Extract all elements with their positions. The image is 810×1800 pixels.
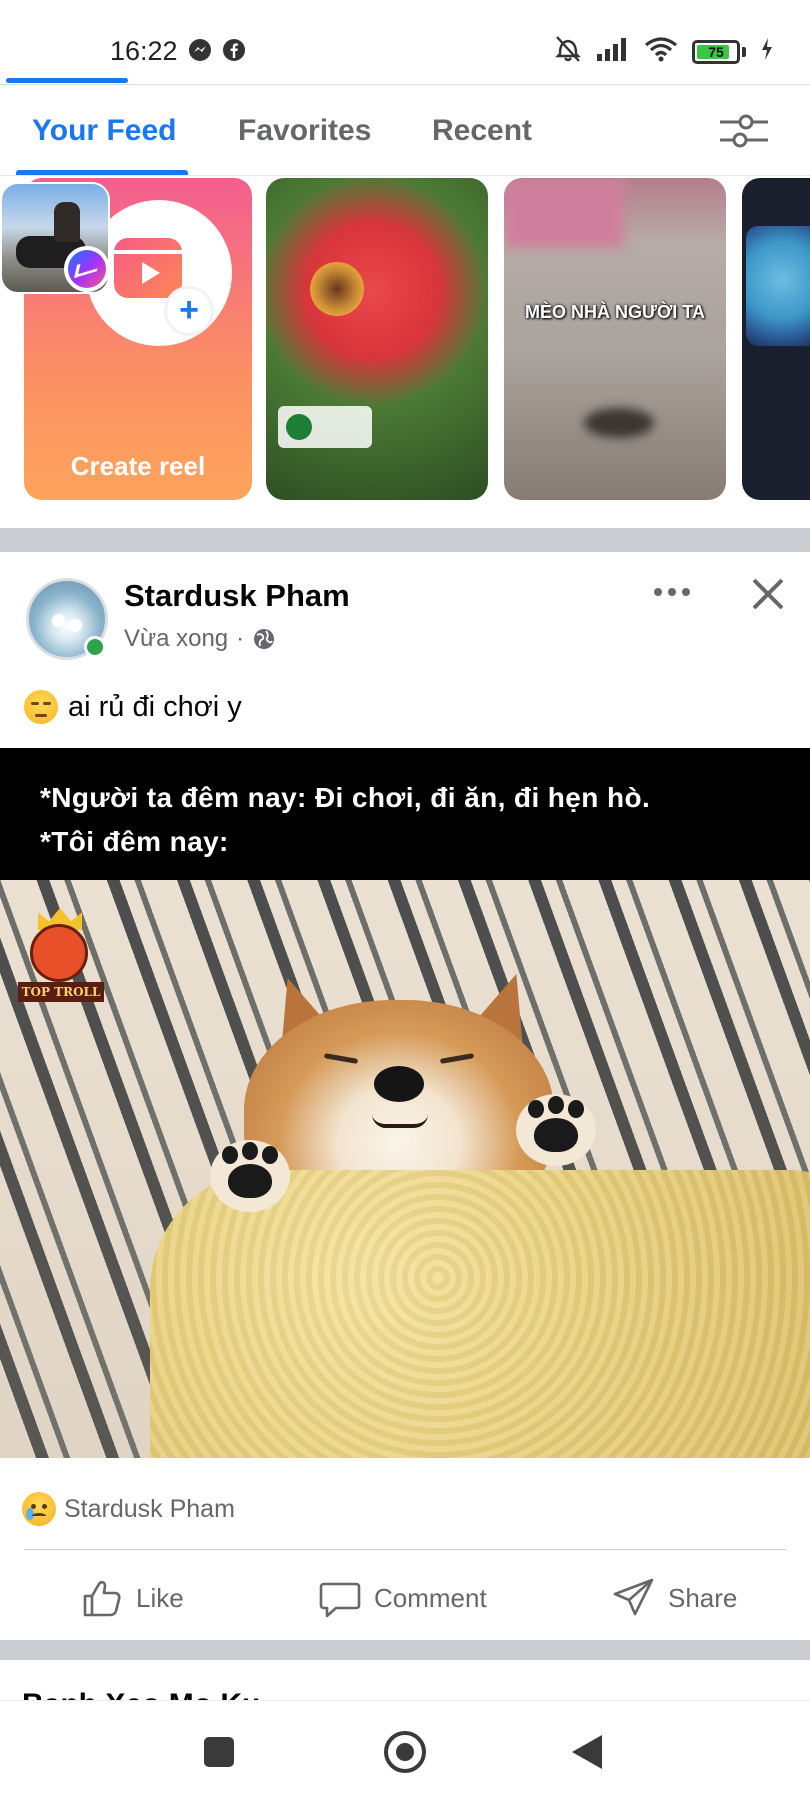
like-button[interactable]: Like (80, 1570, 184, 1626)
feed-post: Stardusk Pham Vừa xong · ai rủ đi chơi y… (0, 552, 810, 1640)
tab-your-feed[interactable]: Your Feed (32, 114, 176, 148)
system-icons: 75 (554, 34, 774, 69)
like-icon (83, 1580, 121, 1617)
post-meta: Vừa xong · (124, 625, 276, 653)
post-time[interactable]: Vừa xong (124, 625, 228, 653)
battery-icon: 75 (692, 39, 740, 64)
create-reel-label: Create reel (70, 451, 206, 481)
filter-sliders-icon[interactable] (718, 112, 770, 152)
comment-icon (319, 1582, 361, 1618)
status-bar: 16:22 75 (0, 0, 810, 83)
tab-recent[interactable]: Recent (432, 114, 532, 148)
comment-label: Comment (374, 1582, 487, 1613)
dog-nose (374, 1066, 424, 1102)
battery-level: 75 (708, 43, 724, 60)
reel-channel-badge (278, 406, 372, 448)
post-photo[interactable]: TOP TROLL (0, 880, 810, 1458)
home-button[interactable] (384, 1731, 426, 1773)
meme-line: *Người ta đêm nay: Đi chơi, đi ăn, đi hẹ… (40, 782, 651, 813)
comment-button[interactable]: Comment (318, 1570, 487, 1626)
divider (0, 84, 810, 85)
loading-indicator (6, 78, 128, 83)
messenger-icon (188, 38, 212, 67)
next-post-author[interactable]: Banh Xeo Mo Ku (22, 1688, 260, 1700)
like-label: Like (136, 1582, 184, 1613)
charging-icon (760, 37, 774, 66)
post-author[interactable]: Stardusk Pham (124, 578, 350, 614)
troll-face-icon (30, 924, 88, 982)
more-options-icon[interactable] (650, 578, 694, 618)
post-text: ai rủ đi chơi y (24, 690, 242, 724)
dog-paw (516, 1094, 596, 1166)
watermark-logo: TOP TROLL (18, 902, 104, 1014)
dog-paw (210, 1140, 290, 1212)
active-tab-indicator (16, 170, 188, 175)
watermark-text: TOP TROLL (18, 982, 104, 1002)
tab-favorites[interactable]: Favorites (238, 114, 371, 148)
reactions-summary[interactable]: Stardusk Pham (22, 1492, 235, 1526)
next-post-header[interactable]: Banh Xeo Mo Ku ··· (0, 1660, 810, 1700)
pomegranate-image (310, 262, 364, 316)
messenger-badge-icon (64, 246, 110, 292)
facebook-icon (222, 38, 246, 67)
share-button[interactable]: Share (612, 1570, 737, 1626)
mute-icon (554, 34, 582, 69)
plus-icon[interactable]: + (164, 286, 214, 336)
reaction-by: Stardusk Pham (64, 1494, 235, 1523)
reel-thumbnail[interactable]: MÈO NHÀ NGƯỜI TA (504, 178, 726, 500)
post-text-content: ai rủ đi chơi y (68, 690, 242, 723)
reels-icon (114, 238, 182, 298)
reels-strip: + Create reel MÈO NHÀ NGƯỜI TA (0, 176, 810, 526)
close-icon[interactable] (748, 574, 788, 614)
feed-tabs: Your Feed Favorites Recent (0, 86, 810, 176)
battery-cap (742, 46, 746, 57)
meme-line: *Tôi đêm nay: (40, 826, 229, 857)
reel-preview-image (746, 226, 810, 346)
sad-face-emoji (22, 1492, 56, 1526)
status-time: 16:22 (110, 36, 178, 66)
reel-thumbnail[interactable] (742, 178, 810, 500)
share-label: Share (668, 1582, 738, 1613)
section-separator (0, 528, 810, 552)
wifi-icon (644, 36, 678, 67)
meme-caption-banner: *Người ta đêm nay: Đi chơi, đi ăn, đi hẹ… (0, 748, 810, 880)
online-status-dot (84, 636, 106, 658)
recents-button[interactable] (204, 1737, 234, 1767)
reel-thumbnail[interactable] (266, 178, 488, 500)
system-nav-bar (0, 1700, 810, 1800)
back-button[interactable] (572, 1735, 602, 1769)
notification-icons (188, 38, 246, 67)
reel-caption: MÈO NHÀ NGƯỜI TA (525, 302, 705, 322)
globe-icon (252, 627, 276, 651)
share-icon (613, 1578, 654, 1616)
meta-separator: · (236, 625, 245, 652)
divider (24, 1549, 786, 1550)
signal-icon (596, 36, 630, 67)
pensive-face-emoji (24, 690, 58, 724)
